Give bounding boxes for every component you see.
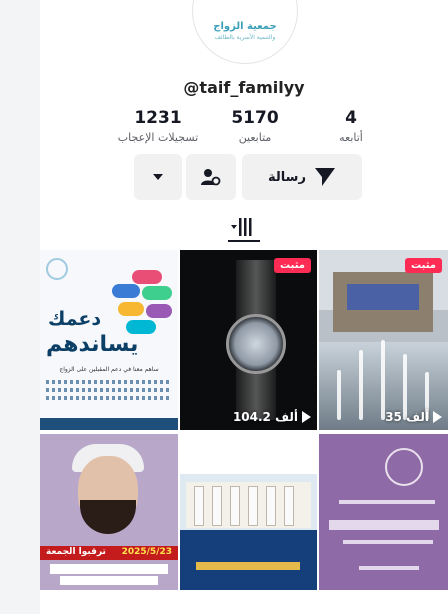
view-count: 35 ألف [385, 410, 442, 424]
pinned-badge: مثبت [405, 258, 442, 273]
stat-followers[interactable]: 5170 متابعين [210, 108, 300, 144]
logo-text-primary: جمعية الزواج [213, 21, 277, 32]
active-tab-indicator [228, 240, 260, 242]
caption-line [329, 520, 439, 530]
pinned-badge: مثبت [274, 258, 311, 273]
likes-count: 1231 [134, 108, 182, 128]
video-thumbnail-3[interactable]: مثبت 35 ألف [319, 250, 448, 430]
fountain-jet [337, 370, 341, 420]
video-thumbnail-4[interactable]: ترقبوا الجمعة 2025/5/23 [40, 434, 178, 590]
profile-screen: جمعية الزواج والتنمية الأسرية بالطائف @t… [40, 0, 448, 614]
caption-line [339, 500, 435, 504]
video-1-title-line1: دعمك [48, 308, 102, 330]
video-grid: دعمك يساندهم ساهم معنا في دعم المقبلين ع… [40, 250, 448, 614]
fountain-jet [359, 350, 363, 420]
fountain-jet [381, 340, 385, 420]
video-1-title-line2: يساندهم [46, 332, 139, 357]
video-5-header [180, 434, 317, 474]
caption-line [343, 540, 433, 544]
send-icon [314, 168, 335, 186]
performer-figure [194, 486, 204, 526]
videos-grid-tab-icon[interactable] [230, 216, 258, 238]
video-1-footer-bar [40, 418, 178, 430]
emblem-icon [385, 448, 423, 486]
message-label: رسالة [268, 169, 306, 185]
suggested-accounts-button[interactable] [186, 154, 236, 200]
video-thumbnail-5[interactable] [180, 434, 317, 590]
performer-figure [284, 486, 294, 526]
performer-figure [266, 486, 276, 526]
likes-label: تسجيلات الإعجاب [117, 131, 199, 144]
following-count: 4 [345, 108, 357, 128]
caption-line [359, 566, 419, 570]
following-label: أتابعه [339, 131, 363, 144]
stat-following[interactable]: 4 أتابعه [326, 108, 376, 144]
video-1-subtitle: ساهم معنا في دعم المقبلين على الزواج [59, 366, 159, 373]
performer-figure [212, 486, 222, 526]
banner-image [347, 284, 419, 310]
bank-details-line [46, 380, 172, 384]
avatar[interactable]: جمعية الزواج والتنمية الأسرية بالطائف [192, 0, 298, 64]
view-count-value: 35 ألف [385, 410, 429, 424]
more-options-button[interactable] [134, 154, 182, 200]
video-4-banner-text: ترقبوا الجمعة [46, 547, 106, 557]
followers-label: متابعين [238, 131, 272, 144]
username: @taif_familyy [183, 78, 305, 97]
charity-logo-icon [46, 258, 68, 280]
stat-likes[interactable]: 1231 تسجيلات الإعجاب [98, 108, 218, 144]
caption-line [60, 576, 158, 585]
view-count-value: 104.2 ألف [232, 410, 298, 424]
video-thumbnail-2[interactable]: مثبت 104.2 ألف [180, 250, 317, 430]
video-5-highlight-bar [196, 562, 300, 570]
performer-figure [248, 486, 258, 526]
beard-image [80, 500, 136, 534]
performer-figure [230, 486, 240, 526]
add-user-icon [201, 169, 221, 186]
caption-line [50, 564, 168, 574]
background-edge [0, 0, 40, 614]
logo-text-secondary: والتنمية الأسرية بالطائف [214, 34, 276, 41]
message-button[interactable]: رسالة [242, 154, 362, 200]
profile-stats: 1231 تسجيلات الإعجاب 5170 متابعين 4 أتاب… [40, 108, 448, 154]
caret-down-icon [153, 174, 163, 180]
bank-details-line [46, 388, 172, 392]
video-thumbnail-6[interactable] [319, 434, 448, 590]
bank-details-line [46, 396, 172, 400]
video-5-info-panel [180, 530, 317, 590]
play-icon [302, 411, 311, 423]
video-4-date: 2025/5/23 [121, 547, 172, 557]
watch-face-image [226, 314, 286, 374]
video-thumbnail-1[interactable]: دعمك يساندهم ساهم معنا في دعم المقبلين ع… [40, 250, 178, 430]
followers-count: 5170 [231, 108, 279, 128]
play-icon [433, 411, 442, 423]
view-count: 104.2 ألف [233, 410, 311, 424]
